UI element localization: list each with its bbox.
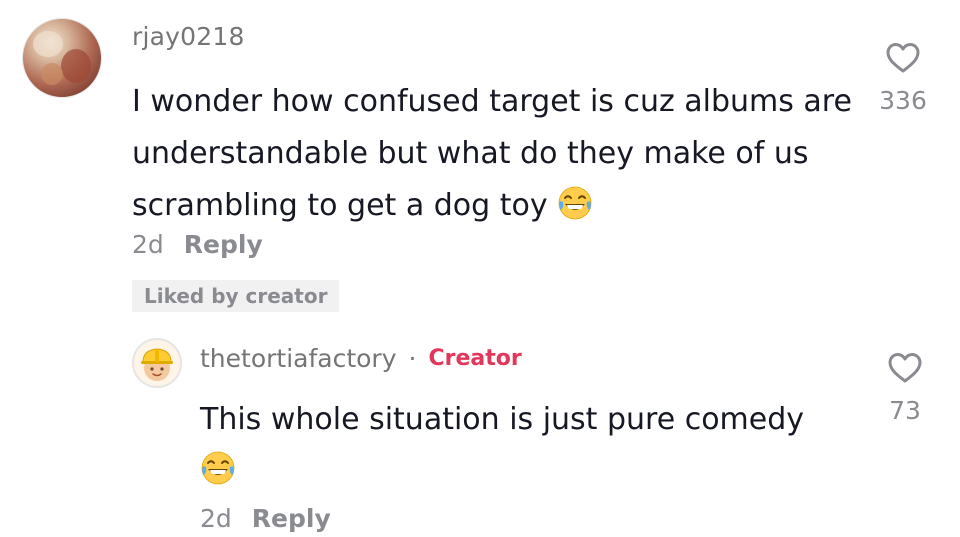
comment-text: I wonder how confused target is cuz albu… bbox=[132, 76, 852, 232]
commenter-username[interactable]: rjay0218 bbox=[132, 22, 245, 51]
comment-like-count: 336 bbox=[879, 86, 927, 115]
reply-meta: 2d Reply bbox=[200, 504, 331, 533]
reply-header: thetortiafactory · Creator bbox=[200, 344, 522, 373]
reply-timestamp: 2d bbox=[200, 504, 232, 533]
comment-like-group: 336 bbox=[863, 40, 943, 115]
heart-icon[interactable] bbox=[885, 40, 921, 76]
liked-by-creator-badge: Liked by creator bbox=[132, 280, 340, 312]
creator-avatar[interactable] bbox=[132, 338, 182, 388]
laughing-emoji-icon bbox=[558, 186, 592, 220]
reply-emoji-wrapper bbox=[200, 450, 236, 486]
comment-reply-button[interactable]: Reply bbox=[184, 230, 263, 259]
construction-worker-icon bbox=[141, 348, 173, 381]
comment-meta: 2d Reply bbox=[132, 230, 263, 259]
creator-badge: Creator bbox=[428, 346, 522, 371]
reply-reply-button[interactable]: Reply bbox=[252, 504, 331, 533]
comment-timestamp: 2d bbox=[132, 230, 164, 259]
commenter-avatar[interactable] bbox=[22, 18, 102, 98]
heart-icon[interactable] bbox=[887, 350, 923, 386]
reply-like-group: 73 bbox=[865, 350, 945, 425]
separator-dot: · bbox=[408, 344, 417, 373]
laughing-emoji-icon bbox=[201, 451, 235, 485]
reply-text: This whole situation is just pure comedy bbox=[200, 402, 805, 437]
reply-username[interactable]: thetortiafactory bbox=[200, 344, 397, 373]
comment-body: I wonder how confused target is cuz albu… bbox=[132, 84, 852, 223]
reply-like-count: 73 bbox=[889, 396, 921, 425]
